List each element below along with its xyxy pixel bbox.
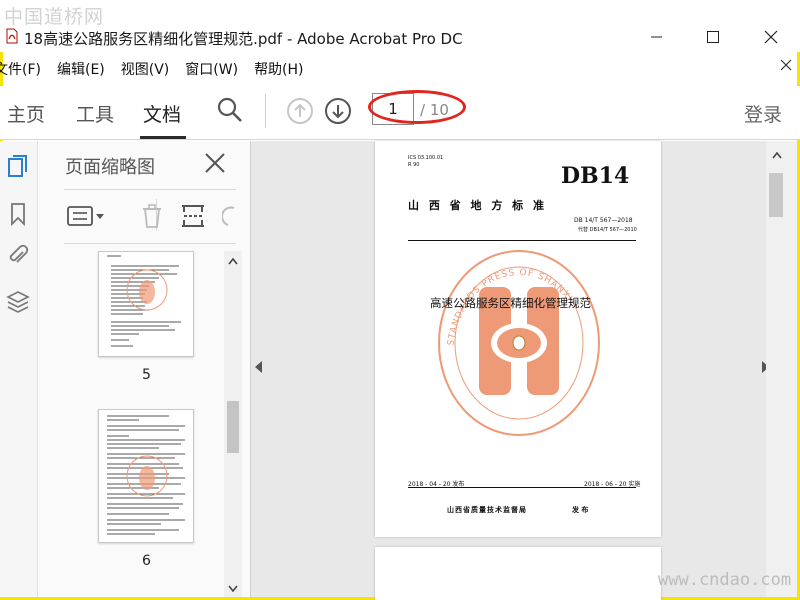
document-title: 高速公路服务区精细化管理规范 bbox=[430, 296, 591, 310]
paperclip-icon bbox=[9, 244, 29, 263]
document-scroll-thumb[interactable] bbox=[769, 173, 783, 217]
close-document-icon[interactable] bbox=[780, 59, 792, 71]
tab-tools[interactable]: 工具 bbox=[76, 100, 114, 127]
bookmarks-button[interactable] bbox=[5, 201, 31, 227]
rotate-icon[interactable] bbox=[222, 205, 236, 229]
document-scrollbar[interactable] bbox=[766, 141, 797, 597]
maximize-button[interactable] bbox=[690, 22, 736, 52]
menu-file[interactable]: 文件(F) bbox=[0, 59, 49, 79]
ccs-code: R 90 bbox=[408, 162, 420, 168]
page-6-preview bbox=[107, 415, 185, 535]
login-link[interactable]: 登录 bbox=[744, 100, 782, 127]
province-standard: 山 西 省 地 方 标 准 bbox=[408, 199, 547, 212]
close-panel-icon[interactable] bbox=[204, 152, 226, 174]
scroll-down-icon[interactable] bbox=[228, 585, 238, 593]
pdf-file-icon bbox=[6, 28, 18, 44]
menu-help[interactable]: 帮助(H) bbox=[246, 59, 311, 79]
tab-document[interactable]: 文档 bbox=[143, 100, 181, 127]
panel-title: 页面缩略图 bbox=[65, 157, 155, 178]
navigation-rail bbox=[0, 141, 38, 597]
page-label-6: 6 bbox=[142, 553, 151, 569]
close-window-button[interactable] bbox=[748, 22, 794, 52]
trash-icon[interactable] bbox=[140, 203, 164, 229]
title-bar: 中国道桥网 18高速公路服务区精细化管理规范.pdf - Adobe Acrob… bbox=[0, 0, 800, 52]
scroll-up-icon[interactable] bbox=[228, 257, 238, 265]
publisher-seal: STANDARDS PRESS OF SHANXI bbox=[438, 250, 600, 436]
menu-bar: 文件(F) 编辑(E) 视图(V) 窗口(W) 帮助(H) bbox=[0, 55, 800, 83]
toolbar-separator bbox=[265, 94, 266, 128]
standard-number: DB 14/T 567—2018 bbox=[574, 217, 633, 224]
menu-view[interactable]: 视图(V) bbox=[113, 59, 178, 79]
collapse-panel-icon[interactable] bbox=[255, 361, 263, 373]
active-tab-indicator bbox=[140, 136, 186, 139]
footer-rule bbox=[408, 487, 636, 488]
attachments-button[interactable] bbox=[5, 243, 31, 269]
tab-home[interactable]: 主页 bbox=[7, 100, 45, 127]
issuing-authority: 山西省质量技术监督局 bbox=[447, 506, 527, 514]
panel-divider bbox=[64, 189, 236, 190]
maximize-icon bbox=[706, 30, 719, 43]
layers-button[interactable] bbox=[5, 289, 31, 315]
pdf-page-2 bbox=[375, 547, 661, 600]
page-thumbnails-button[interactable] bbox=[5, 153, 31, 179]
page-5-preview bbox=[107, 255, 181, 347]
page-thumbnail-5[interactable] bbox=[98, 251, 194, 357]
pdf-page-1: ICS 03.100.01 R 90 DB14 山 西 省 地 方 标 准 DB… bbox=[375, 141, 661, 537]
search-icon[interactable] bbox=[216, 96, 244, 124]
layers-icon bbox=[6, 291, 30, 313]
menu-window[interactable]: 窗口(W) bbox=[177, 59, 246, 79]
header-rule bbox=[408, 240, 636, 241]
options-menu-icon[interactable] bbox=[67, 205, 107, 227]
previous-page-icon[interactable] bbox=[286, 97, 314, 125]
replaces-note: 代替 DB14/T 567—2010 bbox=[578, 227, 637, 233]
page-thumbnail-6[interactable] bbox=[98, 409, 194, 543]
highlight-ellipse bbox=[368, 90, 466, 124]
doc-scroll-up-icon[interactable] bbox=[772, 151, 782, 159]
thumbnail-panel: 页面缩略图 5 6 bbox=[38, 141, 250, 597]
close-icon bbox=[764, 30, 778, 44]
thumbnail-scrollbar[interactable] bbox=[224, 251, 242, 597]
extract-pages-icon[interactable] bbox=[180, 203, 206, 229]
page-thumbnails-icon bbox=[8, 155, 27, 177]
document-view: ICS 03.100.01 R 90 DB14 山 西 省 地 方 标 准 DB… bbox=[250, 141, 766, 600]
panel-toolbar-divider bbox=[64, 243, 236, 244]
watermark-top: 中国道桥网 bbox=[4, 6, 105, 28]
page-label-5: 5 bbox=[142, 367, 151, 383]
menu-edit[interactable]: 编辑(E) bbox=[49, 59, 113, 79]
next-page-icon[interactable] bbox=[324, 97, 352, 125]
window-title: 18高速公路服务区精细化管理规范.pdf - Adobe Acrobat Pro… bbox=[24, 30, 463, 48]
thumbnail-list: 5 6 bbox=[38, 251, 223, 597]
thumbnail-scroll-thumb[interactable] bbox=[227, 401, 239, 453]
standard-code: DB14 bbox=[561, 163, 630, 189]
minimize-icon bbox=[651, 36, 662, 38]
bookmark-icon bbox=[11, 203, 25, 226]
minimize-button[interactable] bbox=[634, 22, 680, 52]
issuer-action: 发 布 bbox=[572, 506, 589, 514]
watermark-bottom: www.cndao.com bbox=[658, 570, 792, 590]
ics-code: ICS 03.100.01 bbox=[408, 155, 444, 161]
